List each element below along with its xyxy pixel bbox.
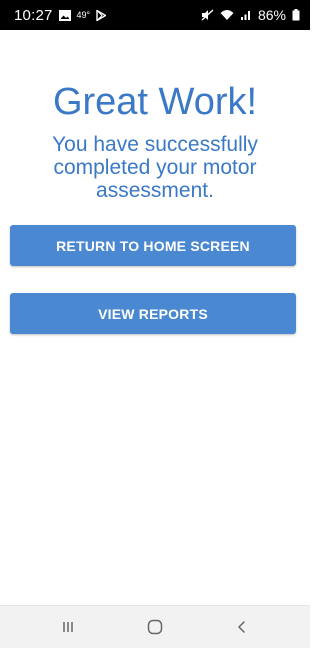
success-message: You have successfully completed your mot…	[52, 133, 258, 202]
battery-percent: 86%	[257, 7, 286, 23]
status-right: 86%	[201, 7, 300, 23]
view-reports-button[interactable]: VIEW REPORTS	[10, 293, 296, 334]
status-time: 10:27	[14, 6, 53, 24]
temperature: 49°	[76, 9, 91, 20]
battery-icon	[292, 9, 300, 21]
signal-icon	[240, 9, 252, 21]
return-home-button[interactable]: RETURN TO HOME SCREEN	[10, 225, 296, 266]
wifi-icon	[220, 9, 234, 21]
system-nav-bar	[0, 605, 310, 648]
gallery-icon	[58, 9, 71, 21]
mute-icon	[201, 9, 214, 21]
main-content: Great Work! You have successfully comple…	[0, 30, 310, 605]
phone-screen: 10:27 49° 86% Great Work! You have succe…	[0, 0, 310, 648]
status-left: 10:27 49°	[14, 6, 107, 24]
back-icon[interactable]	[222, 612, 262, 642]
recent-apps-icon[interactable]	[48, 612, 88, 642]
home-icon[interactable]	[135, 612, 175, 642]
play-store-icon	[96, 9, 107, 21]
status-bar: 10:27 49° 86%	[0, 0, 310, 30]
page-title: Great Work!	[52, 81, 258, 123]
